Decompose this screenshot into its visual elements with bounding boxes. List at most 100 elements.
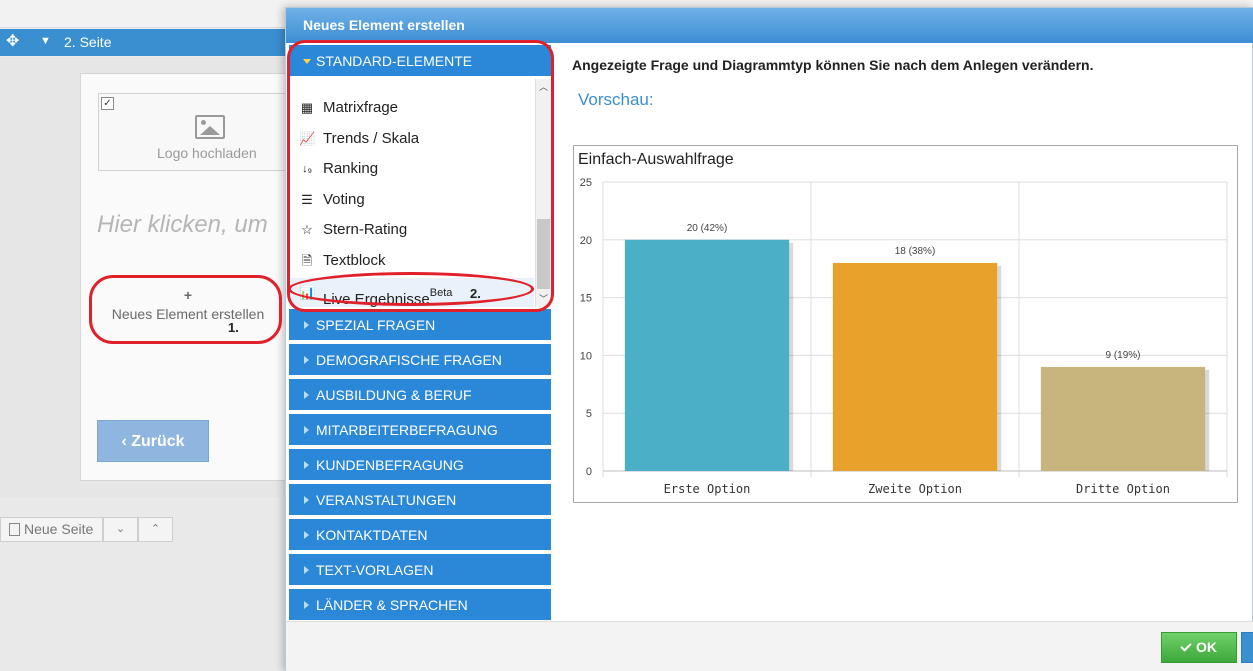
new-page-controls: Neue Seite ⌄ ⌃: [0, 517, 173, 542]
category-kunden[interactable]: KUNDENBEFRAGUNG: [289, 449, 551, 481]
add-page-icon: [9, 523, 20, 536]
category-spezial[interactable]: SPEZIAL FRAGEN: [289, 309, 551, 341]
dialog-title: Neues Element erstellen: [286, 8, 1253, 43]
line-chart-icon: 📈: [299, 131, 316, 146]
new-page-button[interactable]: Neue Seite: [0, 517, 103, 542]
back-button-label: Zurück: [131, 433, 185, 450]
move-icon[interactable]: ✥: [6, 33, 24, 51]
list-item-voting[interactable]: ☰ Voting: [289, 185, 534, 215]
data-label: 9 (19%): [1105, 350, 1140, 361]
annotation-step-2: 2.: [470, 286, 481, 301]
bar-chart-icon: 📊: [299, 285, 316, 300]
chevron-up-icon: ⌃: [150, 523, 161, 535]
standard-elements-list: ▦ Matrixfrage 📈 Trends / Skala ↓₉ Rankin…: [289, 79, 551, 307]
caret-down-icon: [303, 59, 311, 64]
list-item-ranking[interactable]: ↓₉ Ranking: [289, 154, 534, 184]
category-label: SPEZIAL FRAGEN: [316, 317, 436, 333]
category-label: MITARBEITERBEFRAGUNG: [316, 422, 498, 438]
category-demografisch[interactable]: DEMOGRAFISCHE FRAGEN: [289, 344, 551, 376]
list-item-label: Trends / Skala: [323, 130, 420, 147]
y-tick-label: 20: [580, 235, 592, 247]
category-label: KONTAKTDATEN: [316, 527, 428, 543]
list-item-textblock[interactable]: 🗎 Textblock: [289, 246, 534, 276]
scroll-thumb[interactable]: [537, 219, 550, 289]
back-button[interactable]: ‹ Zurück: [97, 420, 209, 462]
new-element-dialog: Neues Element erstellen STANDARD-ELEMENT…: [285, 7, 1253, 671]
logo-checkbox[interactable]: ✓: [101, 97, 114, 110]
page-down-button[interactable]: ⌄: [103, 517, 138, 542]
list-bars-icon: ☰: [301, 192, 313, 207]
scroll-up-icon[interactable]: ︿: [536, 79, 551, 95]
data-label: 18 (38%): [895, 246, 936, 257]
category-mitarbeiter[interactable]: MITARBEITERBEFRAGUNG: [289, 414, 551, 446]
preview-pane: Angezeigte Frage und Diagrammtyp können …: [572, 45, 1252, 623]
list-item-matrixfrage[interactable]: ▦ Matrixfrage: [289, 93, 534, 123]
category-label: TEXT-VORLAGEN: [316, 562, 434, 578]
secondary-button[interactable]: [1241, 632, 1253, 663]
y-tick-label: 25: [580, 177, 592, 189]
category-standard[interactable]: STANDARD-ELEMENTE: [289, 45, 551, 77]
logo-upload-label: Logo hochladen: [157, 145, 257, 161]
chart-title: Einfach-Auswahlfrage: [578, 151, 734, 168]
page-up-button[interactable]: ⌃: [138, 517, 173, 542]
plus-icon: +: [183, 287, 193, 303]
star-icon: ☆: [301, 222, 313, 237]
data-label: 20 (42%): [687, 223, 728, 234]
x-tick-label: Zweite Option: [868, 482, 962, 496]
caret-right-icon: [304, 391, 309, 399]
logo-upload-area[interactable]: ✓ Logo hochladen: [98, 93, 298, 171]
hint-text: Angezeigte Frage und Diagrammtyp können …: [572, 57, 1094, 73]
check-icon: [1180, 640, 1192, 652]
click-hint-text[interactable]: Hier klicken, um: [97, 211, 287, 239]
list-item-stern-rating[interactable]: ☆ Stern-Rating: [289, 215, 534, 245]
list-item-label: Voting: [323, 191, 365, 208]
list-item-trends[interactable]: 📈 Trends / Skala: [289, 124, 534, 154]
new-element-button[interactable]: + Neues Element erstellen: [98, 282, 278, 334]
category-label: DEMOGRAFISCHE FRAGEN: [316, 352, 502, 368]
list-item-label: Textblock: [323, 252, 386, 269]
category-textvorlagen[interactable]: TEXT-VORLAGEN: [289, 554, 551, 586]
page-name: 2. Seite: [64, 34, 112, 50]
list-item-label: Ranking: [323, 160, 379, 177]
preview-label: Vorschau:: [578, 90, 654, 109]
category-label: KUNDENBEFRAGUNG: [316, 457, 464, 473]
bar: [624, 239, 790, 471]
beta-badge: Beta: [429, 287, 453, 299]
list-scrollbar[interactable]: ︿ ﹀: [535, 79, 551, 307]
page-header-bar[interactable]: ✥ ▼ 2. Seite: [0, 29, 300, 56]
category-label: STANDARD-ELEMENTE: [316, 53, 473, 69]
caret-right-icon: [304, 566, 309, 574]
grid-icon: ▦: [300, 100, 314, 115]
chart-container: 0 5 10 15 20 25 20 (42%) Erste Option 18 (38%) Zw…: [573, 145, 1238, 503]
caret-right-icon: [304, 496, 309, 504]
list-item-live-ergebnisse[interactable]: 📊 Live ErgebnisseBeta: [289, 278, 534, 307]
scroll-down-icon[interactable]: ﹀: [536, 291, 551, 307]
ok-button[interactable]: OK: [1161, 632, 1237, 663]
category-veranstaltungen[interactable]: VERANSTALTUNGEN: [289, 484, 551, 516]
category-sidebar: STANDARD-ELEMENTE ▦ Matrixfrage 📈 Trends…: [289, 45, 551, 621]
caret-right-icon: [304, 601, 309, 609]
x-tick-label: Erste Option: [664, 482, 751, 496]
caret-right-icon: [304, 461, 309, 469]
category-laender[interactable]: LÄNDER & SPRACHEN: [289, 589, 551, 621]
sort-numeric-icon: ↓₉: [302, 163, 312, 175]
dialog-footer: OK: [286, 621, 1253, 671]
caret-right-icon: [304, 321, 309, 329]
chevron-down-icon[interactable]: ▼: [40, 35, 51, 47]
y-tick-label: 10: [580, 350, 592, 362]
caret-right-icon: [304, 356, 309, 364]
category-label: LÄNDER & SPRACHEN: [316, 597, 468, 613]
list-item-label: Live Ergebnisse: [323, 291, 430, 307]
y-tick-label: 0: [586, 466, 592, 478]
category-ausbildung[interactable]: AUSBILDUNG & BERUF: [289, 379, 551, 411]
bar: [832, 262, 998, 471]
y-tick-label: 15: [580, 293, 592, 305]
document-icon: 🗎: [301, 253, 313, 268]
caret-right-icon: [304, 426, 309, 434]
category-kontakt[interactable]: KONTAKTDATEN: [289, 519, 551, 551]
y-tick-label: 5: [586, 408, 592, 420]
bar: [1040, 366, 1206, 471]
category-label: VERANSTALTUNGEN: [316, 492, 457, 508]
chevron-down-icon: ⌄: [115, 523, 126, 535]
new-element-label: Neues Element erstellen: [111, 306, 265, 322]
